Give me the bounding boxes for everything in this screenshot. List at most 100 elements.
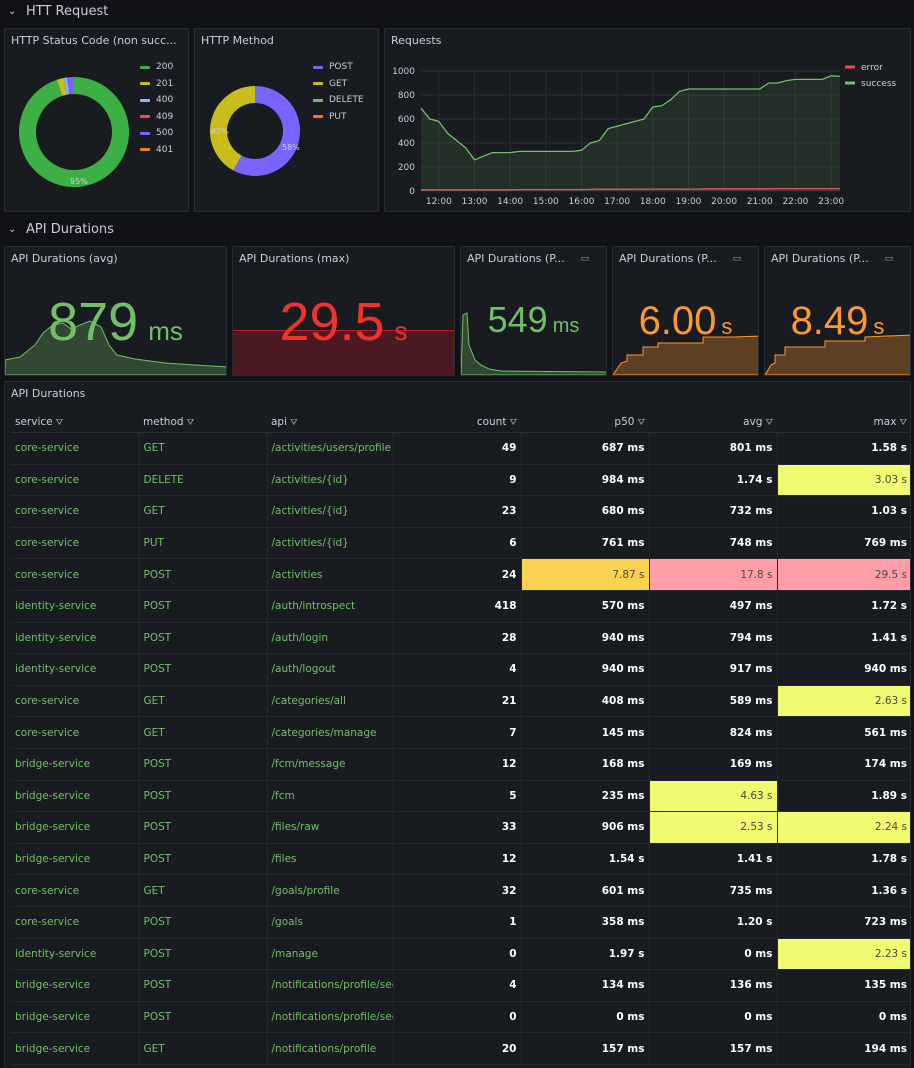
table-cell-count: 4 <box>392 969 521 1002</box>
table-cell-avg: 589 ms <box>648 685 777 718</box>
filter-icon[interactable]: ⛛ <box>290 418 298 428</box>
table-cell-method: POST <box>139 653 268 686</box>
legend-swatch <box>140 131 150 135</box>
requests-line-chart: 0 200 400 600 800 1000 12:00 13:00 14:00 15:00 16:… <box>392 63 897 207</box>
table-cell-method: GET <box>139 1032 268 1065</box>
legend-label: 401 <box>156 144 174 155</box>
method-legend: POST GET DELETE PUT <box>313 59 364 125</box>
legend-item[interactable]: 201 <box>140 76 173 93</box>
legend-swatch <box>140 98 150 102</box>
column-header-label: api <box>271 415 288 428</box>
y-tick-label: 200 <box>398 163 415 173</box>
filter-icon[interactable]: ⛛ <box>899 418 907 428</box>
table-cell-p50: 940 ms <box>520 653 649 686</box>
table-cell-method: GET <box>139 495 268 528</box>
legend-swatch <box>313 82 323 86</box>
table-cell-avg: 732 ms <box>648 495 777 528</box>
legend-item[interactable]: 401 <box>140 142 173 159</box>
table-cell-p50: 906 ms <box>520 811 649 844</box>
stat-unit: ms <box>552 315 580 337</box>
table-cell-service: core-service <box>11 906 140 939</box>
filter-icon[interactable]: ⛛ <box>509 418 517 428</box>
table-cell-max: 194 ms <box>776 1032 910 1065</box>
filter-icon[interactable]: ⛛ <box>56 418 64 428</box>
table-cell-max: 0 ms <box>776 1001 910 1034</box>
column-header-method[interactable]: method ⛛ <box>139 411 267 433</box>
table-row: bridge-service POST/fcm/message 12 168 ms 16… <box>11 748 910 781</box>
table-row: core-service PUT/activities/{id} 6 761 ms 74… <box>11 527 910 560</box>
column-header-service[interactable]: service ⛛ <box>11 411 139 433</box>
column-header-api[interactable]: api ⛛ <box>267 411 393 433</box>
chevron-down-icon[interactable]: ⌄ <box>8 224 18 235</box>
table-row: core-service GET/categories/all 21 408 ms 58… <box>11 685 910 718</box>
legend-label: success <box>861 79 897 89</box>
table-cell-count: 418 <box>392 590 521 623</box>
column-header-max[interactable]: max ⛛ <box>777 411 910 433</box>
legend-item[interactable]: 500 <box>140 125 173 142</box>
legend-item[interactable]: GET <box>313 76 364 93</box>
legend-item[interactable]: 409 <box>140 109 173 126</box>
legend-item[interactable]: 200 <box>140 59 173 76</box>
status-code-panel: HTTP Status Code (non succ... 95% 200 201… <box>4 28 189 212</box>
table-cell-max: 723 ms <box>776 906 910 939</box>
table-cell-method: POST <box>139 590 268 623</box>
legend-item[interactable]: PUT <box>313 109 364 126</box>
table-cell-p50: 1.97 s <box>520 938 649 971</box>
legend-label: error <box>861 63 883 73</box>
chevron-down-icon[interactable]: ⌄ <box>8 6 18 17</box>
stat-panel-p3: API Durations (P... ▭ 8.49 s <box>764 246 911 376</box>
table-cell-avg: 917 ms <box>648 653 777 686</box>
panel-info-icon[interactable]: ▭ <box>581 254 590 264</box>
table-cell-count: 5 <box>392 780 521 813</box>
table-cell-count: 12 <box>392 748 521 781</box>
table-cell-method: POST <box>139 811 268 844</box>
legend-label: PUT <box>329 111 347 122</box>
table-cell-max: 1.78 s <box>776 843 910 876</box>
table-cell-p50: 408 ms <box>520 685 649 718</box>
panel-title: HTTP Method <box>201 34 274 47</box>
api-durations-table-panel: API Durations service ⛛ method ⛛ api ⛛ count ⛛ p… <box>4 381 911 1068</box>
donut-percent-label: 95% <box>70 177 88 186</box>
legend-item[interactable]: DELETE <box>313 92 364 109</box>
table-cell-count: 6 <box>392 527 521 560</box>
stat-panel-max: API Durations (max) 29.5 s <box>232 246 455 376</box>
table-row: identity-service POST/auth/introspect 418 5… <box>11 590 910 623</box>
table-cell-api: /activities/{id} <box>267 527 394 560</box>
column-header-count[interactable]: count ⛛ <box>393 411 521 433</box>
filter-icon[interactable]: ⛛ <box>187 418 195 428</box>
table-cell-api: /activities <box>267 558 394 591</box>
column-header-p50[interactable]: p50 ⛛ <box>521 411 649 433</box>
row-header-durations[interactable]: ⌄ API Durations <box>8 219 114 239</box>
panel-info-icon[interactable]: ▭ <box>733 254 742 264</box>
table-cell-service: core-service <box>11 716 140 749</box>
legend-swatch <box>140 82 150 86</box>
table-cell-max: 2.24 s <box>776 811 910 844</box>
table-cell-method: POST <box>139 906 268 939</box>
requests-panel: Requests 0 200 400 600 800 1000 12:00 13:00 14:0… <box>384 28 911 212</box>
row-header-http[interactable]: ⌄ HTT Request <box>8 1 108 21</box>
filter-icon[interactable]: ⛛ <box>765 418 773 428</box>
stat-panel-p2: API Durations (P... ▭ 6.00 s <box>612 246 759 376</box>
table-cell-max: 561 ms <box>776 716 910 749</box>
table-cell-p50: 687 ms <box>520 432 649 465</box>
table-cell-count: 49 <box>392 432 521 465</box>
table-row: core-service POST/goals 1 358 ms 1.20 s 723 m… <box>11 906 910 939</box>
table-cell-avg: 1.74 s <box>648 464 777 497</box>
table-cell-max: 1.41 s <box>776 622 910 655</box>
stat-value-group: 549 ms <box>461 299 606 341</box>
column-header-label: service <box>15 415 53 428</box>
panel-info-icon[interactable]: ▭ <box>885 254 894 264</box>
legend-item[interactable]: 400 <box>140 92 173 109</box>
table-row: bridge-service POST/fcm 5 235 ms 4.63 s 1.89 … <box>11 780 910 813</box>
table-cell-method: GET <box>139 874 268 907</box>
table-cell-p50: 680 ms <box>520 495 649 528</box>
table-cell-api: /activities/users/profile <box>267 432 394 465</box>
column-header-avg[interactable]: avg ⛛ <box>649 411 777 433</box>
table-cell-method: POST <box>139 748 268 781</box>
table-cell-service: core-service <box>11 558 140 591</box>
status-donut-chart <box>19 77 129 187</box>
legend-item[interactable]: POST <box>313 59 364 76</box>
filter-icon[interactable]: ⛛ <box>637 418 645 428</box>
table-cell-service: core-service <box>11 527 140 560</box>
legend-swatch <box>140 115 150 119</box>
